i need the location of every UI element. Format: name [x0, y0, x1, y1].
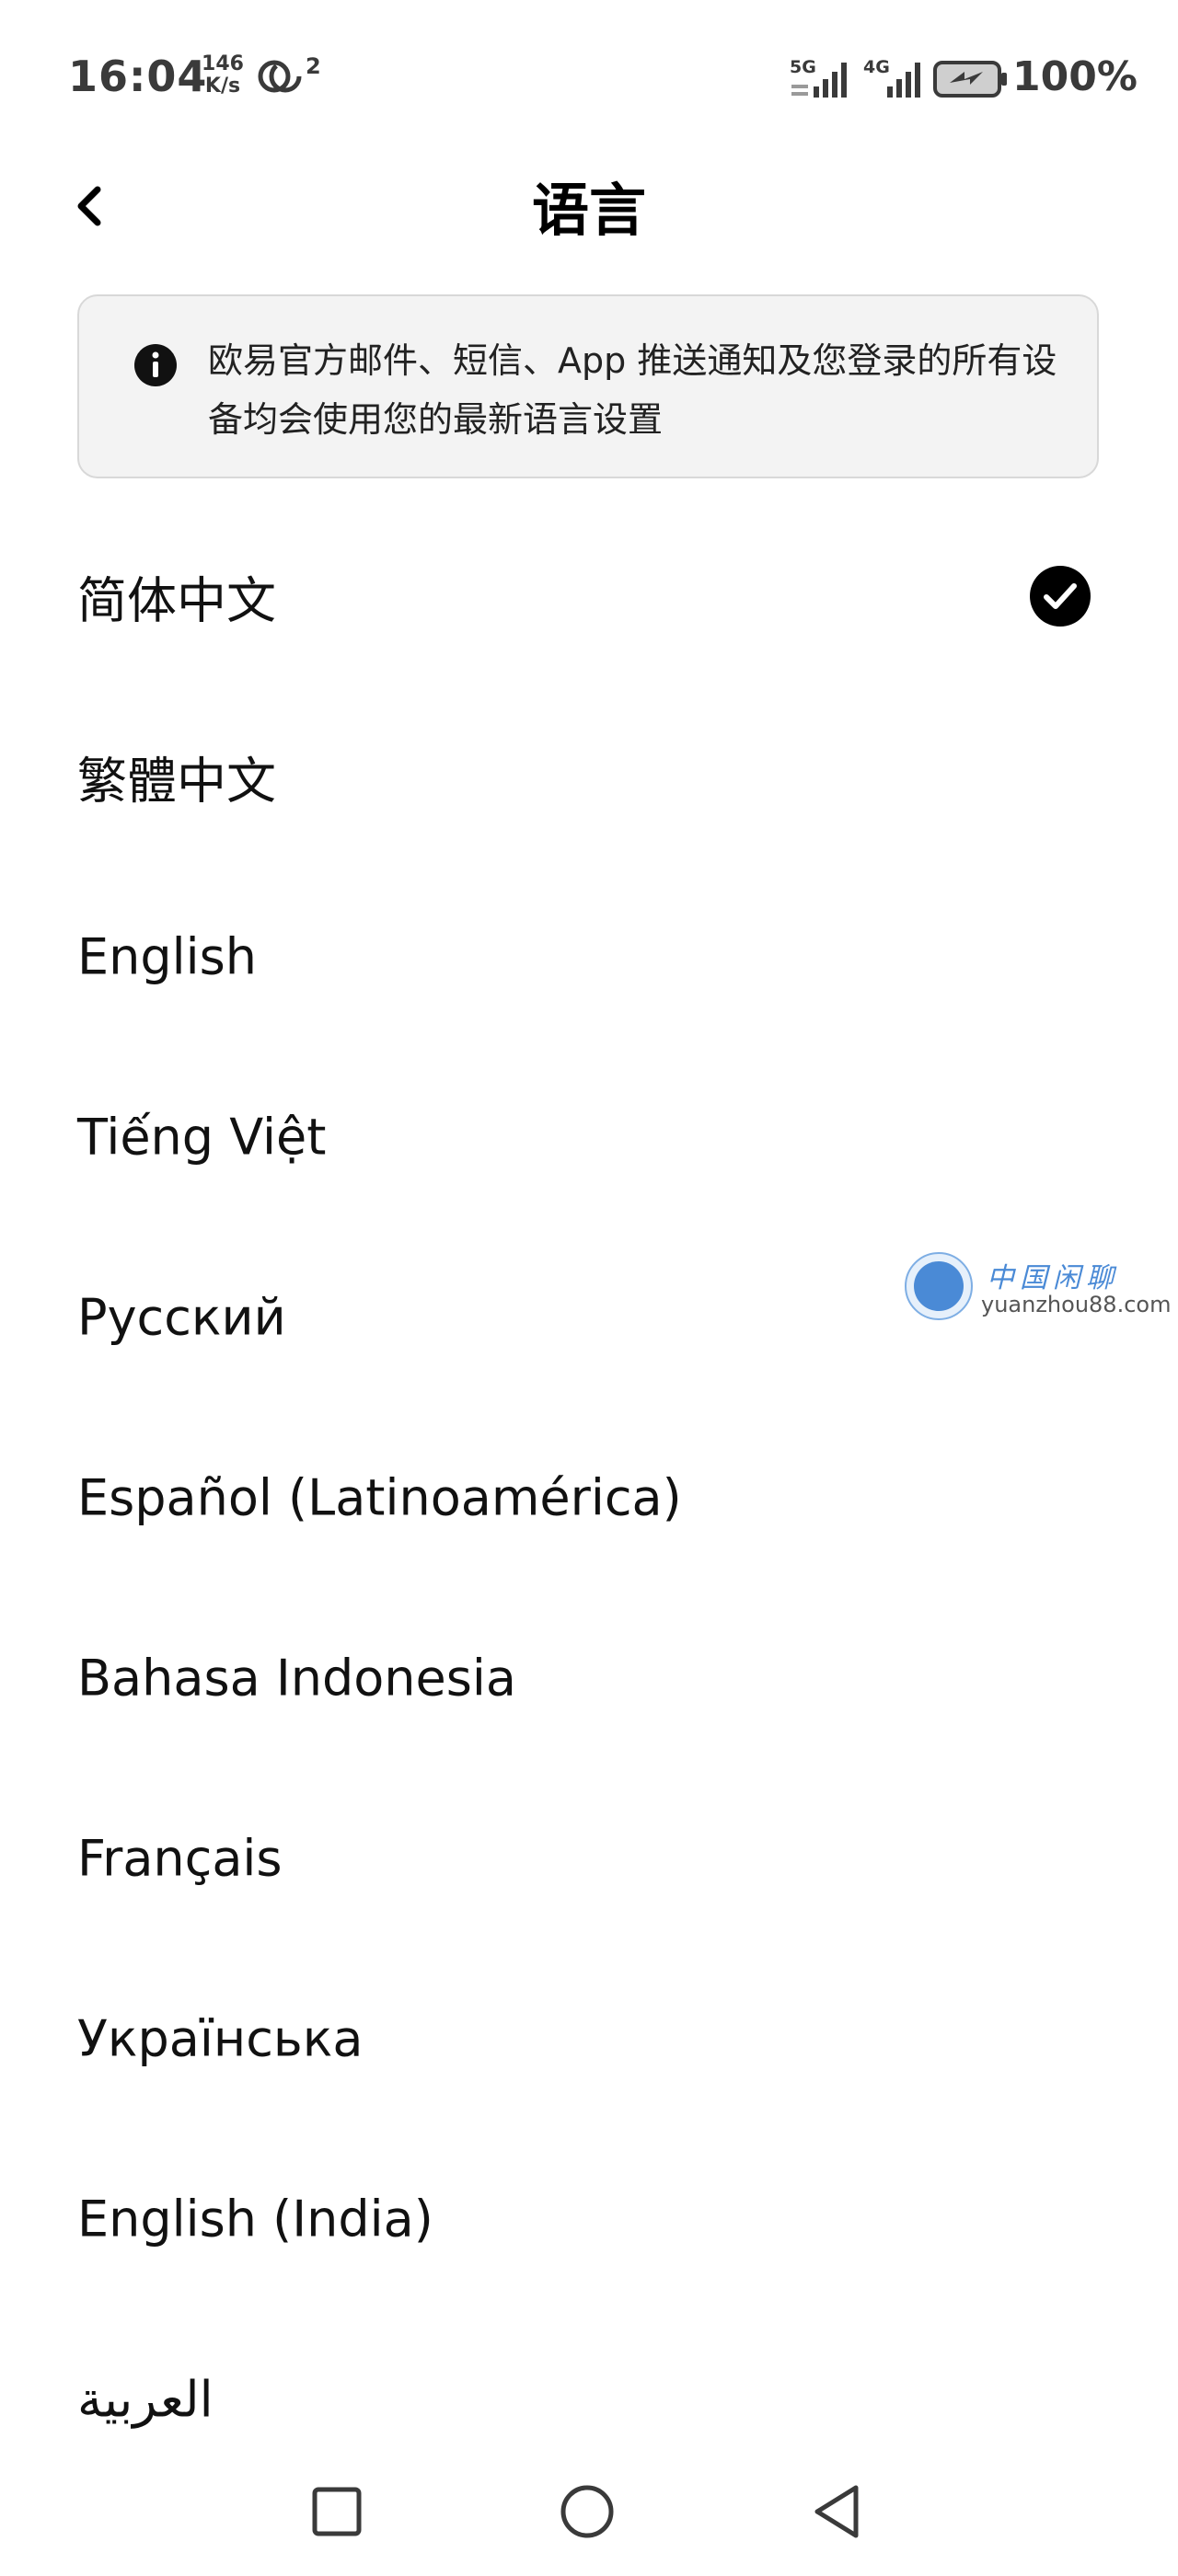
language-label: Українська [77, 2009, 364, 2068]
language-item-zh-hans[interactable]: 简体中文 [0, 506, 1178, 686]
battery-charging-icon [933, 61, 1007, 98]
language-item-uk[interactable]: Українська [0, 1949, 1178, 2129]
hotspot-icon [258, 60, 302, 93]
language-item-zh-hant[interactable]: 繁體中文 [0, 686, 1178, 867]
language-item-en-in[interactable]: English (India) [0, 2129, 1178, 2309]
info-icon [134, 344, 177, 386]
language-label: Tiếng Việt [77, 1108, 327, 1167]
language-item-es-latam[interactable]: Español (Latinoamérica) [0, 1408, 1178, 1588]
language-label: 繁體中文 [77, 752, 276, 811]
notice-text: 欧易官方邮件、短信、App 推送通知及您登录的所有设备均会使用您的最新语言设置 [208, 340, 1057, 440]
signal-5g-icon: 5G [790, 57, 858, 99]
page-title: 语言 [531, 177, 646, 244]
language-label: 简体中文 [77, 571, 276, 630]
language-label: English (India) [77, 2190, 433, 2248]
network-speed-value: 146 [202, 52, 244, 75]
battery-percentage: 100% [1012, 53, 1138, 100]
language-list: 简体中文 繁體中文 English Tiếng Việt Русский Esp… [0, 506, 1178, 2490]
network-speed-unit: K/s [204, 75, 241, 98]
hotspot-count: 2 [306, 53, 321, 79]
language-notice: 欧易官方邮件、短信、App 推送通知及您登录的所有设备均会使用您的最新语言设置 [77, 294, 1099, 478]
language-label: English [77, 927, 257, 986]
language-item-fr[interactable]: Français [0, 1768, 1178, 1949]
language-label: Français [77, 1829, 283, 1888]
language-label: العربية [77, 2370, 214, 2429]
network-speed: 146 K/s [195, 53, 250, 98]
watermark-logo-icon [905, 1252, 973, 1320]
signal-4g-icon: 4G [863, 57, 931, 99]
watermark-name: 中国闲聊 [987, 1262, 1119, 1294]
system-navigation-bar [0, 2447, 1178, 2576]
language-item-vi[interactable]: Tiếng Việt [0, 1047, 1178, 1227]
checkmark-icon [1030, 566, 1091, 627]
watermark: 中国闲聊 yuanzhou88.com [904, 1251, 1171, 1325]
language-label: Bahasa Indonesia [77, 1649, 516, 1708]
back-triangle-icon[interactable] [801, 2475, 874, 2548]
status-bar: 16:04 146 K/s 2 5G 4G 100% [0, 0, 1178, 156]
language-label: Русский [77, 1288, 286, 1347]
language-label: Español (Latinoamérica) [77, 1468, 682, 1527]
home-circle-icon[interactable] [550, 2475, 624, 2548]
language-item-en[interactable]: English [0, 867, 1178, 1047]
watermark-url: yuanzhou88.com [981, 1292, 1172, 1317]
status-time: 16:04 [68, 52, 208, 101]
language-item-id[interactable]: Bahasa Indonesia [0, 1588, 1178, 1768]
page-header: 语言 [0, 156, 1178, 248]
recents-square-icon[interactable] [300, 2475, 374, 2548]
